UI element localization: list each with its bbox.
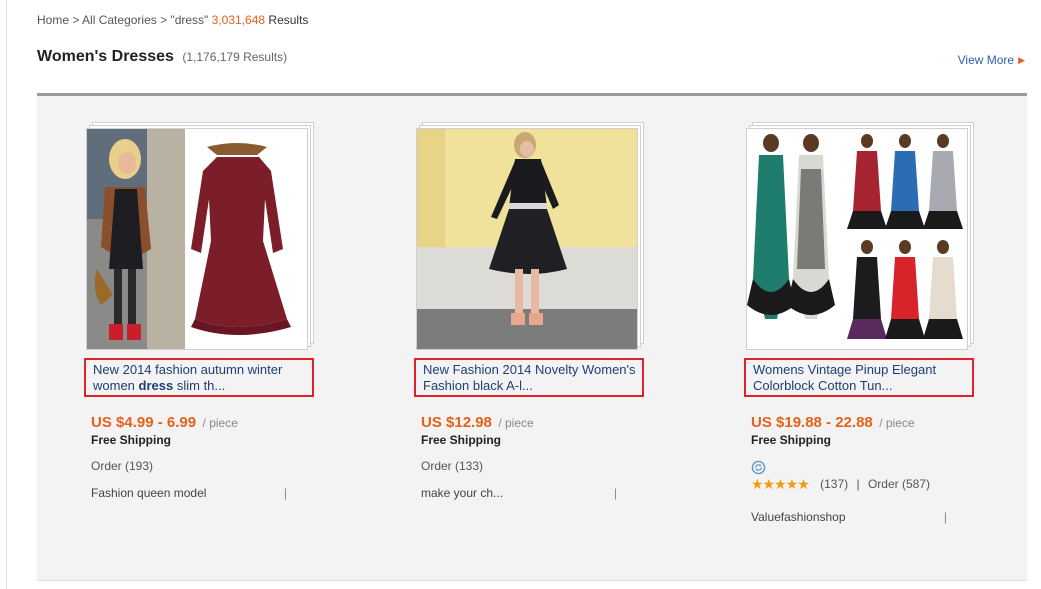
price-unit: / piece: [202, 416, 238, 430]
order-count[interactable]: Order (133): [421, 459, 483, 473]
product-image[interactable]: [86, 128, 308, 350]
product-image-stack[interactable]: [86, 122, 314, 350]
product-title-box[interactable]: New Fashion 2014 Novelty Women's Fashion…: [414, 358, 644, 397]
store-info: Fashion queen model |: [91, 486, 287, 500]
price-amount: US $19.88 - 22.88: [751, 414, 873, 431]
product-price: US $19.88 - 22.88 / piece: [751, 414, 915, 432]
store-separator: |: [283, 486, 287, 500]
breadcrumb-separator: >: [72, 13, 80, 27]
product-title-keyword: dress: [138, 378, 174, 393]
product-title-box[interactable]: Womens Vintage Pinup Elegant Colorblock …: [744, 358, 974, 397]
order-count[interactable]: Order (587): [868, 477, 930, 491]
product-price: US $4.99 - 6.99 / piece: [91, 414, 238, 432]
section-title: Women's Dresses: [37, 48, 174, 65]
price-amount: US $4.99 - 6.99: [91, 414, 197, 431]
page-left-border: [6, 0, 7, 589]
order-count[interactable]: Order (193): [91, 459, 153, 473]
rating-row: ★★★★★ (137) | Order (587): [751, 476, 930, 493]
breadcrumb-separator: >: [160, 13, 168, 27]
product-image[interactable]: [746, 128, 968, 350]
dress-photo-image: [747, 129, 967, 349]
free-shipping-label: Free Shipping: [91, 433, 172, 447]
product-image-stack[interactable]: [746, 122, 974, 350]
rating-separator: |: [856, 477, 860, 491]
product-image-stack[interactable]: [416, 122, 644, 350]
section-result-count: (1,176,179 Results): [182, 50, 288, 64]
breadcrumb-result-count: 3,031,648: [211, 13, 266, 27]
store-link[interactable]: make your ch...: [421, 486, 503, 500]
dress-photo-image: [417, 129, 637, 349]
star-icon: ★★★★★: [751, 476, 810, 492]
store-info: Valuefashionshop |: [751, 510, 947, 524]
breadcrumb-all-categories[interactable]: All Categories: [82, 13, 157, 27]
view-more-link[interactable]: View More ▶: [958, 53, 1025, 67]
breadcrumb-query: "dress": [170, 13, 209, 27]
product-title-link[interactable]: New Fashion 2014 Novelty Women's Fashion…: [423, 362, 636, 393]
price-amount: US $12.98: [421, 414, 492, 431]
store-separator: |: [943, 510, 947, 524]
refresh-badge-icon[interactable]: [751, 460, 766, 475]
view-more-label[interactable]: View More: [958, 53, 1014, 67]
caret-right-icon: ▶: [1018, 55, 1025, 65]
store-link[interactable]: Fashion queen model: [91, 486, 206, 500]
rating-count[interactable]: (137): [820, 477, 848, 491]
dress-photo-image: [87, 129, 307, 349]
free-shipping-label: Free Shipping: [751, 433, 832, 447]
free-shipping-label: Free Shipping: [421, 433, 502, 447]
store-link[interactable]: Valuefashionshop: [751, 510, 846, 524]
breadcrumb-results-label: Results: [268, 13, 309, 27]
product-title-text: slim th...: [173, 378, 226, 393]
store-separator: |: [613, 486, 617, 500]
breadcrumb: Home > All Categories > "dress" 3,031,64…: [37, 13, 308, 27]
product-title-box[interactable]: New 2014 fashion autumn winter women dre…: [84, 358, 314, 397]
store-info: make your ch... |: [421, 486, 617, 500]
product-title-link[interactable]: New 2014 fashion autumn winter women dre…: [93, 362, 282, 393]
section-header: Women's Dresses (1,176,179 Results): [37, 48, 287, 66]
breadcrumb-home[interactable]: Home: [37, 13, 69, 27]
product-title-link[interactable]: Womens Vintage Pinup Elegant Colorblock …: [753, 362, 936, 393]
product-price: US $12.98 / piece: [421, 414, 534, 432]
product-panel: New 2014 fashion autumn winter women dre…: [37, 93, 1027, 581]
price-unit: / piece: [498, 416, 534, 430]
price-unit: / piece: [879, 416, 915, 430]
product-image[interactable]: [416, 128, 638, 350]
